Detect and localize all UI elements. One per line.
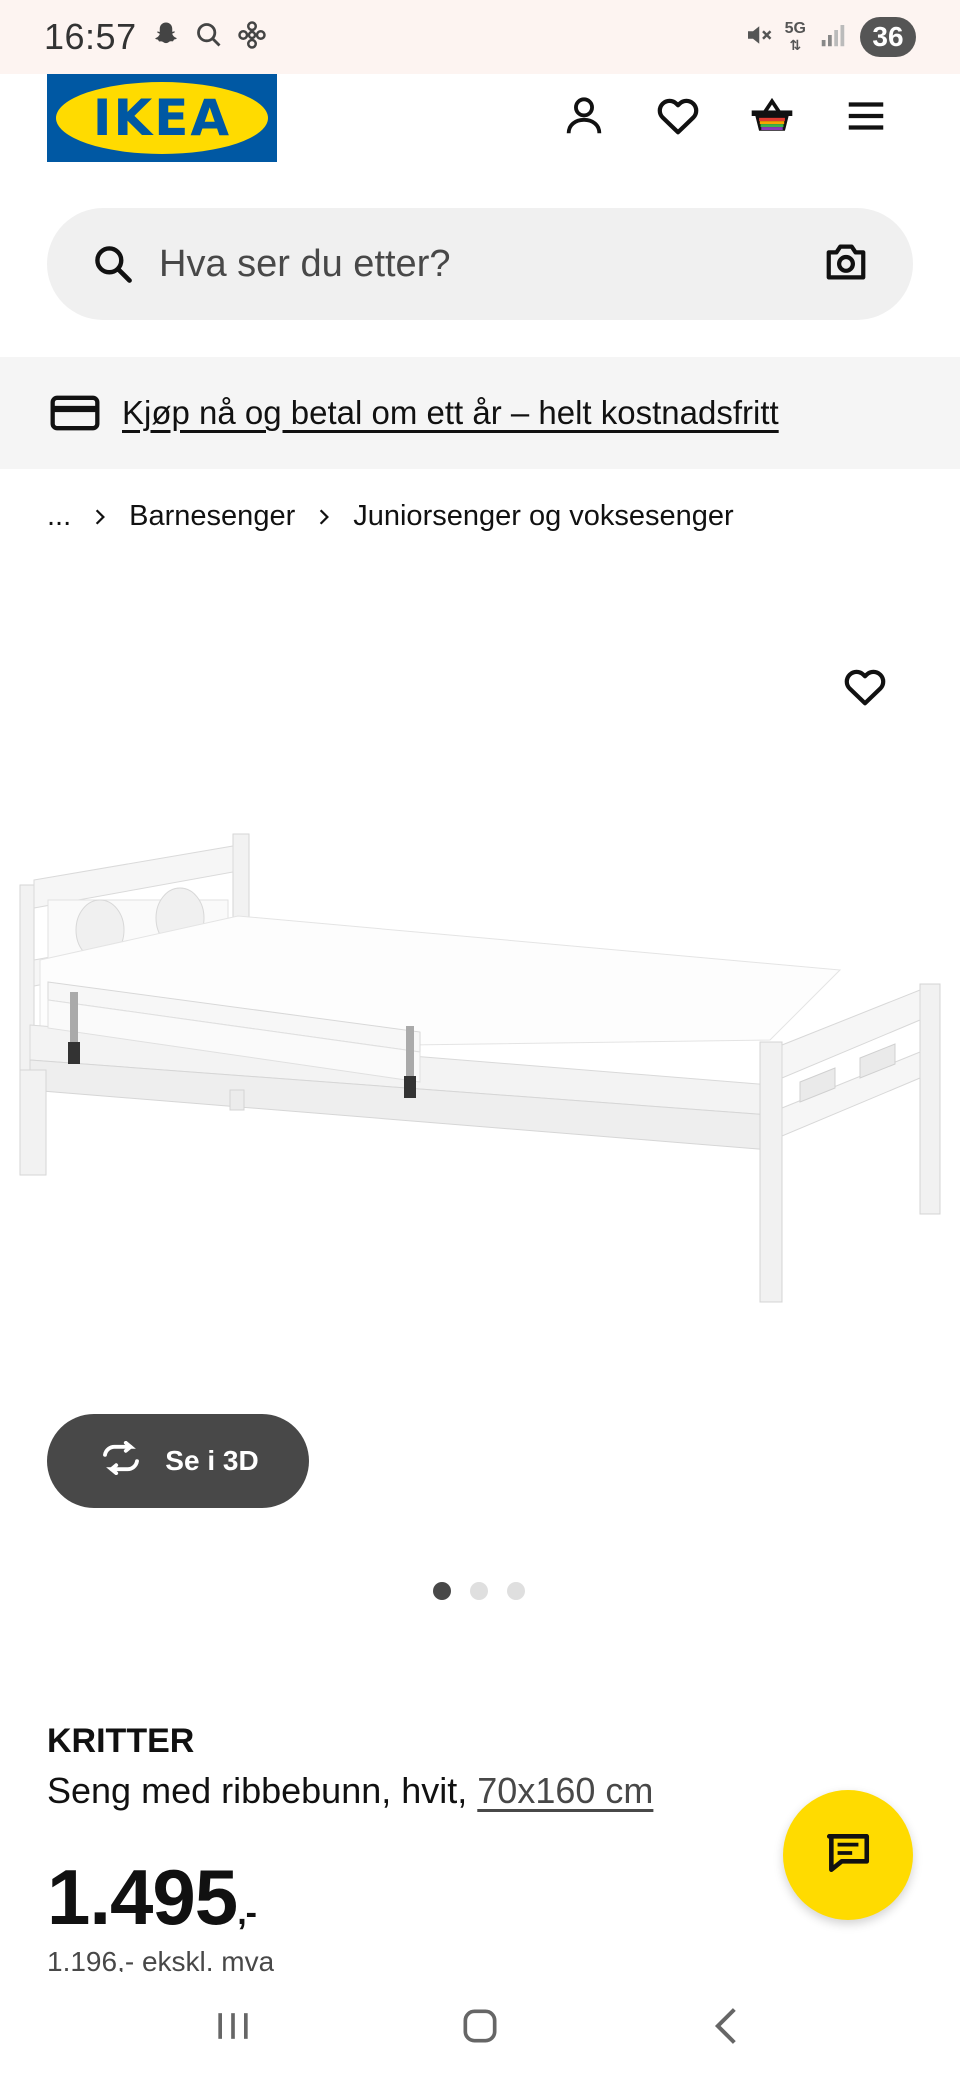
home-icon[interactable] [450,1996,510,2056]
battery-indicator: 36 [860,17,916,57]
carousel-indicator [433,1582,525,1600]
credit-card-icon [50,395,100,431]
network-5g-icon: 5G ⇅ [784,20,806,54]
breadcrumb: ... Barnesenger Juniorsenger og voksesen… [47,500,734,533]
breadcrumb-item-juniorsenger[interactable]: Juniorsenger og voksesenger [353,500,733,533]
product-description-text: Seng med ribbebunn, hvit, [47,1770,478,1811]
promo-link[interactable]: Kjøp nå og betal om ett år – helt kostna… [122,394,779,432]
snapchat-icon [151,20,181,55]
heart-icon[interactable] [654,92,702,140]
logo-text: IKEA [92,89,232,147]
carousel-dot[interactable] [470,1582,488,1600]
logo-oval: IKEA [56,82,268,154]
carousel-dot[interactable] [507,1582,525,1600]
search-bar[interactable]: Hva ser du etter? [47,208,913,320]
product-description: Seng med ribbebunn, hvit, 70x160 cm [47,1770,653,1812]
search-input[interactable]: Hva ser du etter? [159,243,823,286]
price-suffix: ,- [237,1894,257,1932]
product-price: 1.495,- [47,1852,257,1943]
ikea-logo[interactable]: IKEA [47,74,277,162]
view-3d-button[interactable]: Se i 3D [47,1414,309,1508]
chevron-right-icon [93,508,107,526]
chat-button[interactable] [783,1790,913,1920]
status-bar: 16:57 5G ⇅ 36 [0,0,960,74]
price-value: 1.495 [47,1853,238,1941]
person-icon[interactable] [560,92,608,140]
basket-icon[interactable] [748,92,796,140]
payment-promo-banner[interactable]: Kjøp nå og betal om ett år – helt kostna… [0,357,960,469]
product-image[interactable] [0,820,960,1340]
carousel-dot[interactable] [433,1582,451,1600]
product-name: KRITTER [47,1722,195,1760]
search-icon [91,242,135,286]
menu-icon[interactable] [842,92,890,140]
camera-icon[interactable] [823,239,869,290]
add-to-favourites-heart-icon[interactable] [842,664,890,712]
site-header: IKEA [0,74,960,194]
breadcrumb-ellipsis[interactable]: ... [47,500,71,533]
chevron-right-icon [317,508,331,526]
view-3d-label: Se i 3D [165,1445,259,1476]
chat-icon [823,1828,873,1883]
rotate-3d-icon [97,1440,145,1482]
header-actions [560,92,890,140]
system-nav-bar [0,1972,960,2080]
status-time: 16:57 [44,16,137,57]
back-icon[interactable] [697,1996,757,2056]
mute-icon [743,20,773,55]
price-ex-vat: 1.196,- ekskl. mva [47,1946,275,1972]
network-label: 5G [784,20,806,37]
product-size-link[interactable]: 70x160 cm [477,1770,653,1811]
search-status-icon [195,21,223,54]
recent-apps-icon[interactable] [203,1996,263,2056]
fan-icon [237,20,267,55]
breadcrumb-item-barnesenger[interactable]: Barnesenger [129,500,295,533]
signal-icon [818,20,848,55]
